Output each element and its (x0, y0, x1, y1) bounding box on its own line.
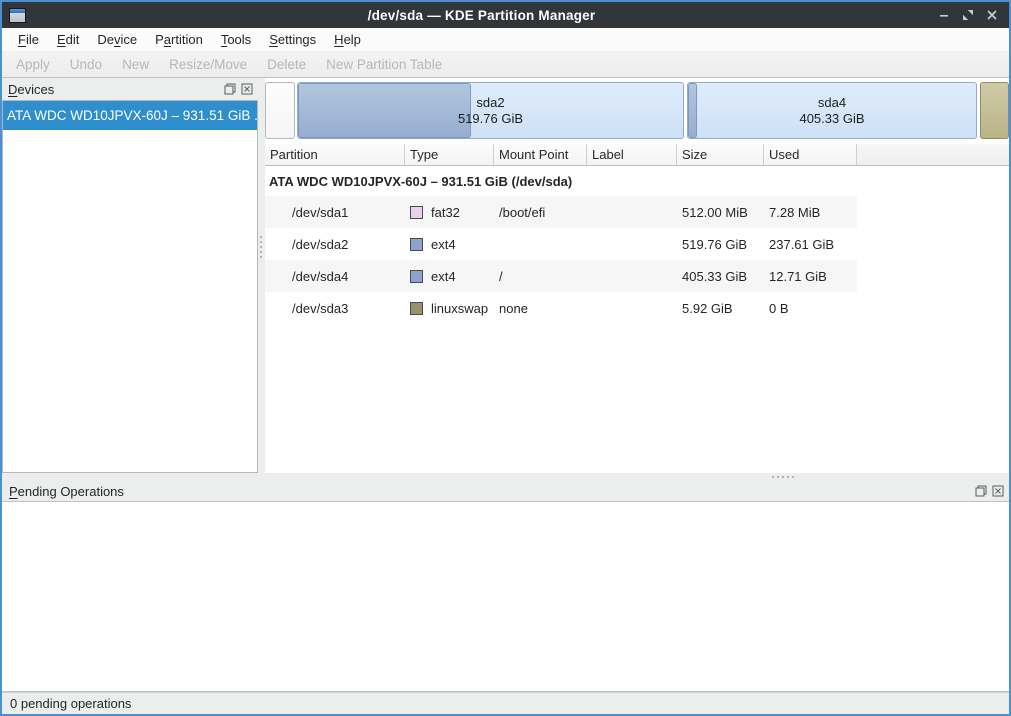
restore-icon[interactable] (961, 9, 974, 22)
minimize-icon[interactable] (937, 9, 950, 22)
header-mount-point[interactable]: Mount Point (494, 144, 587, 165)
devices-dock: Devices ATA WDC WD10JPVX-60J – 931.51 Gi… (2, 78, 258, 473)
pending-float-icon[interactable] (974, 485, 987, 498)
partition-bar: sda2 519.76 GiB sda4 405.33 GiB (265, 82, 1009, 139)
table-row[interactable]: /dev/sda4 ext4 / 405.33 GiB 12.71 GiB (265, 260, 1009, 292)
titlebar: /dev/sda — KDE Partition Manager (2, 2, 1009, 28)
kde-partition-manager-window: /dev/sda — KDE Partition Manager File Ed… (0, 0, 1011, 716)
window-title: /dev/sda — KDE Partition Manager (26, 8, 937, 23)
pending-operations-count: 0 pending operations (10, 696, 131, 711)
undo-button[interactable]: Undo (70, 57, 102, 72)
devices-dock-titlebar: Devices (2, 78, 258, 100)
header-type[interactable]: Type (405, 144, 494, 165)
partition-segment-sda2[interactable]: sda2 519.76 GiB (297, 82, 684, 139)
header-label[interactable]: Label (587, 144, 677, 165)
devices-close-icon[interactable] (240, 83, 253, 96)
table-row[interactable]: /dev/sda3 linuxswap none 5.92 GiB 0 B (265, 292, 1009, 324)
vertical-splitter[interactable] (258, 78, 265, 473)
partition-bar-area: sda2 519.76 GiB sda4 405.33 GiB (265, 78, 1009, 144)
filesystem-swatch (410, 206, 423, 219)
new-button[interactable]: New (122, 57, 149, 72)
devices-dock-title: Devices (8, 82, 223, 97)
new-partition-table-button[interactable]: New Partition Table (326, 57, 442, 72)
menu-edit[interactable]: Edit (48, 29, 88, 50)
partition-segment-sda4[interactable]: sda4 405.33 GiB (687, 82, 977, 139)
header-partition[interactable]: Partition (265, 144, 405, 165)
table-row[interactable]: /dev/sda1 fat32 /boot/efi 512.00 MiB 7.2… (265, 196, 1009, 228)
main-area: Devices ATA WDC WD10JPVX-60J – 931.51 Gi… (2, 78, 1009, 473)
used-space-fill (688, 83, 697, 138)
app-icon[interactable] (9, 8, 26, 23)
filesystem-swatch (410, 238, 423, 251)
table-header-row: Partition Type Mount Point Label Size Us… (265, 144, 1009, 166)
horizontal-splitter[interactable] (2, 473, 1009, 481)
device-view-panel: sda2 519.76 GiB sda4 405.33 GiB Partitio… (265, 78, 1009, 473)
pending-operations-titlebar: Pending Operations (2, 481, 1009, 501)
segment-name: sda4 (818, 95, 846, 111)
pending-operations-title: Pending Operations (9, 484, 974, 499)
menu-settings[interactable]: Settings (260, 29, 325, 50)
toolbar: Apply Undo New Resize/Move Delete New Pa… (2, 52, 1009, 78)
statusbar: 0 pending operations (2, 692, 1009, 714)
header-used[interactable]: Used (764, 144, 857, 165)
partition-table: Partition Type Mount Point Label Size Us… (265, 144, 1009, 473)
header-size[interactable]: Size (677, 144, 764, 165)
used-space-fill (298, 83, 471, 138)
menu-help[interactable]: Help (325, 29, 370, 50)
apply-button[interactable]: Apply (16, 57, 50, 72)
device-group-row[interactable]: ATA WDC WD10JPVX-60J – 931.51 GiB (/dev/… (265, 166, 1009, 196)
segment-size: 519.76 GiB (458, 111, 523, 127)
partition-segment-sda1[interactable] (265, 82, 295, 139)
header-filler (857, 144, 1009, 165)
filesystem-swatch (410, 302, 423, 315)
partition-segment-sda3[interactable] (980, 82, 1009, 139)
segment-name: sda2 (476, 95, 504, 111)
delete-button[interactable]: Delete (267, 57, 306, 72)
table-row[interactable]: /dev/sda2 ext4 519.76 GiB 237.61 GiB (265, 228, 1009, 260)
menubar: File Edit Device Partition Tools Setting… (2, 28, 1009, 52)
device-list-item[interactable]: ATA WDC WD10JPVX-60J – 931.51 GiB ... (3, 101, 257, 130)
pending-operations-list (2, 501, 1009, 692)
pending-close-icon[interactable] (991, 485, 1004, 498)
resize-move-button[interactable]: Resize/Move (169, 57, 247, 72)
filesystem-swatch (410, 270, 423, 283)
window-controls (937, 9, 998, 22)
devices-list: ATA WDC WD10JPVX-60J – 931.51 GiB ... (2, 100, 258, 473)
menu-file[interactable]: File (9, 29, 48, 50)
devices-float-icon[interactable] (223, 83, 236, 96)
menu-tools[interactable]: Tools (212, 29, 260, 50)
menu-device[interactable]: Device (88, 29, 146, 50)
menu-partition[interactable]: Partition (146, 29, 212, 50)
segment-size: 405.33 GiB (799, 111, 864, 127)
close-icon[interactable] (985, 9, 998, 22)
